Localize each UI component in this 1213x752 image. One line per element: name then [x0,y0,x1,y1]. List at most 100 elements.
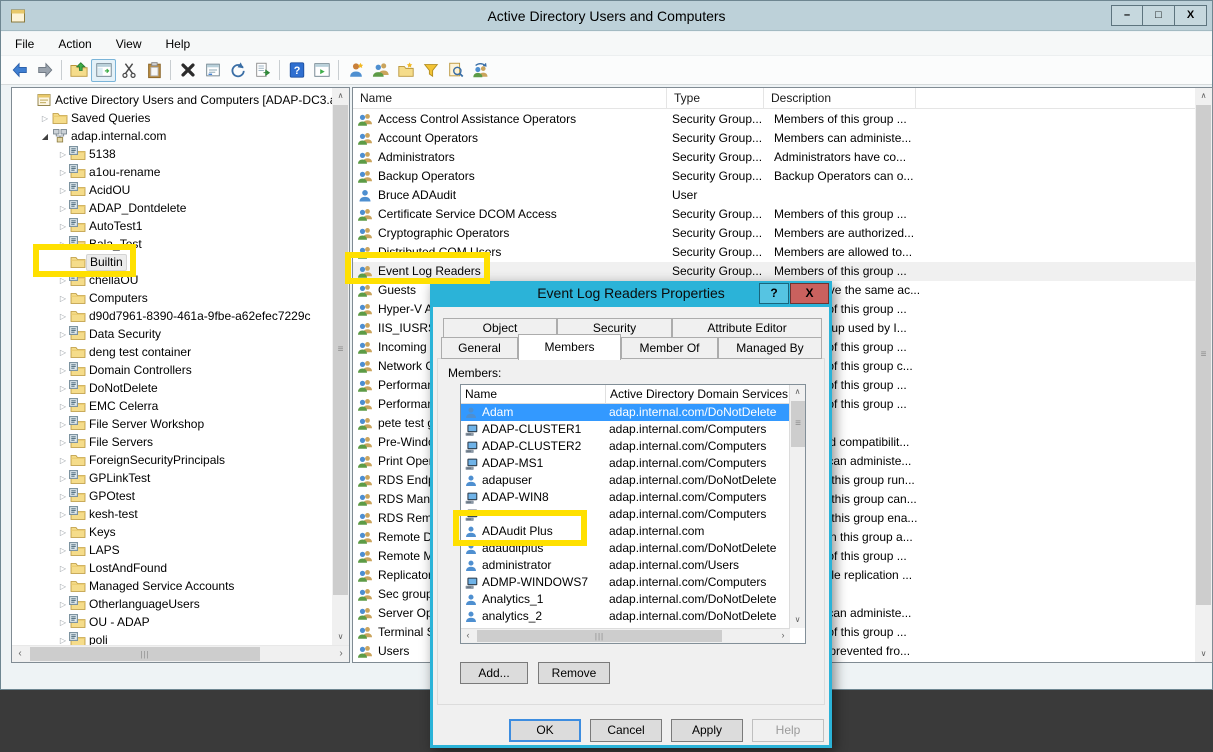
expand-arrow-icon[interactable] [56,595,70,613]
expand-arrow-icon[interactable] [56,523,70,541]
expand-arrow-icon[interactable] [56,163,70,181]
expand-arrow-icon[interactable] [56,451,70,469]
expand-arrow-icon[interactable] [56,199,70,217]
tab-managed-by[interactable]: Managed By [718,337,822,359]
tree-item[interactable]: adap.internal.com [12,127,333,145]
tree-horizontal-scrollbar[interactable]: ‹ ||| › [12,645,349,662]
tree-item[interactable]: Saved Queries [12,109,333,127]
paste-icon[interactable] [141,59,166,82]
up-one-level-icon[interactable] [66,59,91,82]
tree-item[interactable]: LostAndFound [12,559,333,577]
expand-arrow-icon[interactable] [56,613,70,631]
expand-arrow-icon[interactable] [56,505,70,523]
expand-arrow-icon[interactable] [56,559,70,577]
scroll-up-icon[interactable]: ∧ [790,385,805,400]
title-bar[interactable]: Active Directory Users and Computers – □… [1,1,1212,31]
tree-item[interactable]: Active Directory Users and Computers [AD… [12,91,333,109]
tree-item[interactable]: EMC Celerra [12,397,333,415]
menu-item[interactable]: View [116,37,142,51]
tree-item[interactable]: GPOtest [12,487,333,505]
expand-arrow-icon[interactable] [56,145,70,163]
cut-icon[interactable] [116,59,141,82]
expand-arrow-icon[interactable] [56,577,70,595]
member-row[interactable]: Analytics_1 adap.internal.com/DoNotDelet… [461,591,790,608]
scrollbar-thumb[interactable]: ≡ [1196,105,1211,605]
column-header-type[interactable]: Type [667,88,764,109]
members-column-name[interactable]: Name [461,385,606,404]
ok-button[interactable]: OK [509,719,581,742]
table-row[interactable]: Cryptographic Operators Security Group..… [353,224,1196,243]
expand-arrow-icon[interactable] [56,343,70,361]
members-horizontal-scrollbar[interactable]: ‹ ||| › [461,628,790,643]
close-button[interactable]: X [1175,5,1207,26]
tree-item[interactable]: OtherlanguageUsers [12,595,333,613]
menu-item[interactable]: Help [166,37,191,51]
scroll-up-icon[interactable]: ∧ [1195,88,1212,104]
expand-arrow-icon[interactable] [56,289,70,307]
tree-item[interactable]: GPLinkTest [12,469,333,487]
table-row[interactable]: Backup Operators Security Group... Backu… [353,167,1196,186]
help-icon[interactable]: ? [284,59,309,82]
back-icon[interactable] [7,59,32,82]
table-row[interactable]: Account Operators Security Group... Memb… [353,129,1196,148]
scroll-down-icon[interactable]: ∨ [790,613,805,628]
tree-item[interactable]: Managed Service Accounts [12,577,333,595]
show-window-icon[interactable] [309,59,334,82]
member-row[interactable]: adapuser adap.internal.com/DoNotDelete [461,472,790,489]
tree-item[interactable]: Domain Controllers [12,361,333,379]
expand-arrow-icon[interactable] [56,307,70,325]
table-row[interactable]: Bruce ADAudit User [353,186,1196,205]
table-row[interactable]: Administrators Security Group... Adminis… [353,148,1196,167]
remove-button[interactable]: Remove [538,662,610,684]
scroll-down-icon[interactable]: ∨ [1195,646,1212,662]
member-row[interactable]: analytics_2 adap.internal.com/DoNotDelet… [461,608,790,625]
dialog-close-button[interactable]: X [790,283,829,304]
expand-arrow-icon[interactable] [56,415,70,433]
tree-item[interactable]: File Server Workshop [12,415,333,433]
delete-icon[interactable] [175,59,200,82]
tree-item[interactable]: a1ou-rename [12,163,333,181]
cancel-button[interactable]: Cancel [590,719,662,742]
tree-vertical-scrollbar[interactable]: ∧ ≡ ∨ [332,88,349,645]
tree-item[interactable]: OU - ADAP [12,613,333,631]
expand-arrow-icon[interactable] [56,487,70,505]
new-ou-icon[interactable] [393,59,418,82]
minimize-button[interactable]: – [1111,5,1143,26]
scrollbar-thumb[interactable]: ≡ [791,401,805,447]
scrollbar-thumb[interactable]: ≡ [333,105,348,595]
tree-item[interactable]: kesh-test [12,505,333,523]
expand-arrow-icon[interactable] [38,109,52,127]
dialog-help-button[interactable]: ? [759,283,789,304]
expand-arrow-icon[interactable] [56,361,70,379]
scrollbar-thumb[interactable]: ||| [477,630,722,642]
maximize-button[interactable]: □ [1143,5,1175,26]
new-group-icon[interactable] [368,59,393,82]
properties-icon[interactable] [200,59,225,82]
expand-arrow-icon[interactable] [56,325,70,343]
menu-item[interactable]: Action [58,37,91,51]
member-row[interactable]: ADAP-CLUSTER1 adap.internal.com/Computer… [461,421,790,438]
column-header-description[interactable]: Description [764,88,916,109]
scroll-right-icon[interactable]: › [333,646,349,662]
tree-item[interactable]: ADAP_Dontdelete [12,199,333,217]
expand-arrow-icon[interactable] [56,469,70,487]
tree-item[interactable]: Computers [12,289,333,307]
tree-item[interactable]: AutoTest1 [12,217,333,235]
change-user-icon[interactable] [468,59,493,82]
member-row[interactable]: ADAP-CLUSTER2 adap.internal.com/Computer… [461,438,790,455]
expand-arrow-icon[interactable] [56,433,70,451]
expand-arrow-icon[interactable] [56,217,70,235]
filter-icon[interactable] [418,59,443,82]
table-row[interactable]: Access Control Assistance Operators Secu… [353,110,1196,129]
show-console-tree-icon[interactable] [91,59,116,82]
tree-item[interactable]: ForeignSecurityPrincipals [12,451,333,469]
tree-item[interactable]: Data Security [12,325,333,343]
tree-item[interactable]: DoNotDelete [12,379,333,397]
refresh-icon[interactable] [225,59,250,82]
expand-arrow-icon[interactable] [56,397,70,415]
menu-item[interactable]: File [15,37,34,51]
member-row[interactable]: ADMP-WINDOWS7 adap.internal.com/Computer… [461,574,790,591]
tab-general[interactable]: General [441,337,518,359]
member-row[interactable]: administrator adap.internal.com/Users [461,557,790,574]
tree-item[interactable]: deng test container [12,343,333,361]
